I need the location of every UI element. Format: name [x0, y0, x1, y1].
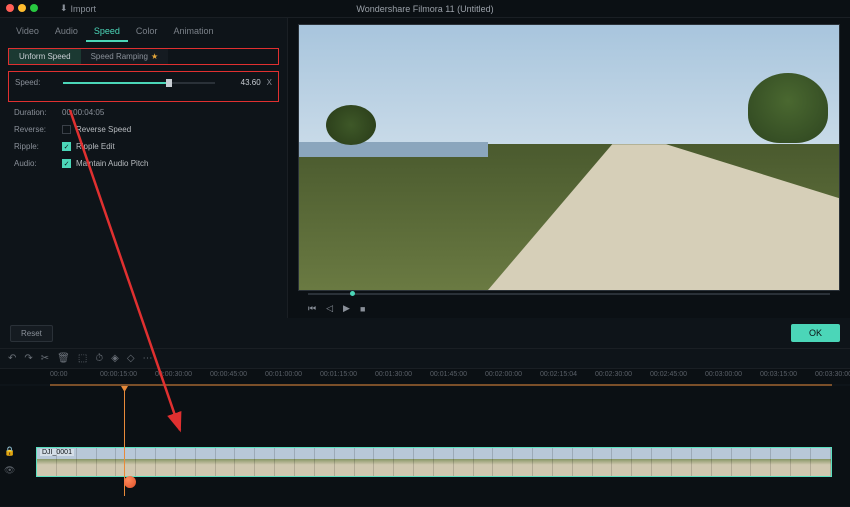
- tab-audio[interactable]: Audio: [47, 22, 86, 42]
- ruler-tick: 00:02:30:00: [595, 371, 632, 378]
- panel-tabs: Video Audio Speed Color Animation: [0, 18, 287, 42]
- speed-ramping-button[interactable]: Speed Ramping ★: [81, 49, 169, 64]
- window-controls[interactable]: [6, 4, 38, 12]
- crop-icon[interactable]: ⬚: [78, 353, 87, 364]
- reverse-label: Reverse:: [14, 125, 62, 134]
- stop-icon[interactable]: ■: [360, 304, 365, 314]
- redo-icon[interactable]: ↷: [24, 353, 32, 364]
- ruler-tick: 00:01:15:00: [320, 371, 357, 378]
- ruler-tick: 00:00:15:00: [100, 371, 137, 378]
- marker-icon[interactable]: ◈: [111, 353, 119, 364]
- keyframe-icon[interactable]: ◇: [127, 353, 135, 364]
- undo-icon[interactable]: ↶: [8, 353, 16, 364]
- reverse-check-label: Reverse Speed: [76, 125, 131, 134]
- maximize-icon[interactable]: [30, 4, 38, 12]
- audio-check-label: Maintain Audio Pitch: [76, 159, 149, 168]
- download-icon: ⬇: [60, 3, 68, 14]
- preview-panel: ⏮ ◁ ▶ ■: [288, 18, 850, 318]
- minimize-icon[interactable]: [18, 4, 26, 12]
- lock-icon[interactable]: 🔒: [4, 446, 15, 457]
- window-title: Wondershare Filmora 11 (Untitled): [356, 4, 493, 14]
- marker-ball[interactable]: [124, 476, 136, 488]
- prev-frame-icon[interactable]: ⏮: [308, 303, 316, 314]
- more-icon[interactable]: ⋯: [143, 353, 153, 364]
- video-clip[interactable]: DJI_0001: [36, 447, 832, 477]
- import-button[interactable]: ⬇ Import: [60, 3, 96, 14]
- import-label: Import: [71, 4, 97, 14]
- close-icon[interactable]: [6, 4, 14, 12]
- speed-unit: X: [267, 78, 272, 87]
- speed-slider[interactable]: [63, 82, 215, 84]
- ripple-checkbox[interactable]: [62, 142, 71, 151]
- ruler-tick: 00:01:45:00: [430, 371, 467, 378]
- speed-icon[interactable]: ⏱: [95, 353, 103, 364]
- ruler-tick: 00:03:30:00: [815, 371, 850, 378]
- duration-label: Duration:: [14, 108, 62, 117]
- video-preview[interactable]: [298, 24, 840, 291]
- delete-icon[interactable]: 🗑: [57, 353, 70, 364]
- speed-controls: Speed: 43.60 X: [8, 71, 279, 102]
- step-back-icon[interactable]: ◁: [326, 303, 333, 314]
- speed-mode-selector: Unform Speed Speed Ramping ★: [8, 48, 279, 65]
- ruler-tick: 00:00:45:00: [210, 371, 247, 378]
- tab-animation[interactable]: Animation: [165, 22, 221, 42]
- ruler-tick: 00:00: [50, 371, 68, 378]
- reverse-checkbox[interactable]: [62, 125, 71, 134]
- speed-ramping-label: Speed Ramping: [91, 52, 148, 61]
- ruler-tick: 00:00:30:00: [155, 371, 192, 378]
- ripple-check-label: Ripple Edit: [76, 142, 115, 151]
- properties-panel: Video Audio Speed Color Animation Unform…: [0, 18, 288, 318]
- duration-value[interactable]: 00:00:04:05: [62, 108, 104, 117]
- eye-icon[interactable]: 👁: [4, 465, 15, 476]
- slider-thumb[interactable]: [166, 79, 172, 87]
- tab-video[interactable]: Video: [8, 22, 47, 42]
- tab-color[interactable]: Color: [128, 22, 166, 42]
- ruler-tick: 00:03:15:00: [760, 371, 797, 378]
- ruler-tick: 00:02:15:04: [540, 371, 577, 378]
- ruler-tick: 00:02:00:00: [485, 371, 522, 378]
- star-icon: ★: [151, 52, 158, 61]
- play-icon[interactable]: ▶: [343, 303, 350, 314]
- ruler-tick: 00:02:45:00: [650, 371, 687, 378]
- ruler-tick: 00:03:00:00: [705, 371, 742, 378]
- timeline-toolbar: ↶ ↷ ✂ 🗑 ⬚ ⏱ ◈ ◇ ⋯: [0, 348, 850, 368]
- clip-label: DJI_0001: [40, 449, 74, 456]
- speed-value[interactable]: 43.60: [223, 78, 261, 87]
- speed-label: Speed:: [15, 78, 63, 87]
- preview-scrubber[interactable]: [308, 293, 830, 295]
- cut-icon[interactable]: ✂: [41, 353, 49, 364]
- timeline-ruler[interactable]: 00:00 00:00:15:00 00:00:30:00 00:00:45:0…: [0, 368, 850, 384]
- reset-button[interactable]: Reset: [10, 325, 53, 342]
- timeline[interactable]: 🔒 👁 DJI_0001: [0, 386, 850, 506]
- ruler-tick: 00:01:00:00: [265, 371, 302, 378]
- ok-button[interactable]: OK: [791, 324, 840, 342]
- audio-checkbox[interactable]: [62, 159, 71, 168]
- ruler-tick: 00:01:30:00: [375, 371, 412, 378]
- tab-speed[interactable]: Speed: [86, 22, 128, 42]
- uniform-speed-button[interactable]: Unform Speed: [9, 49, 81, 64]
- audio-label: Audio:: [14, 159, 62, 168]
- playback-controls: ⏮ ◁ ▶ ■: [298, 299, 840, 318]
- ripple-label: Ripple:: [14, 142, 62, 151]
